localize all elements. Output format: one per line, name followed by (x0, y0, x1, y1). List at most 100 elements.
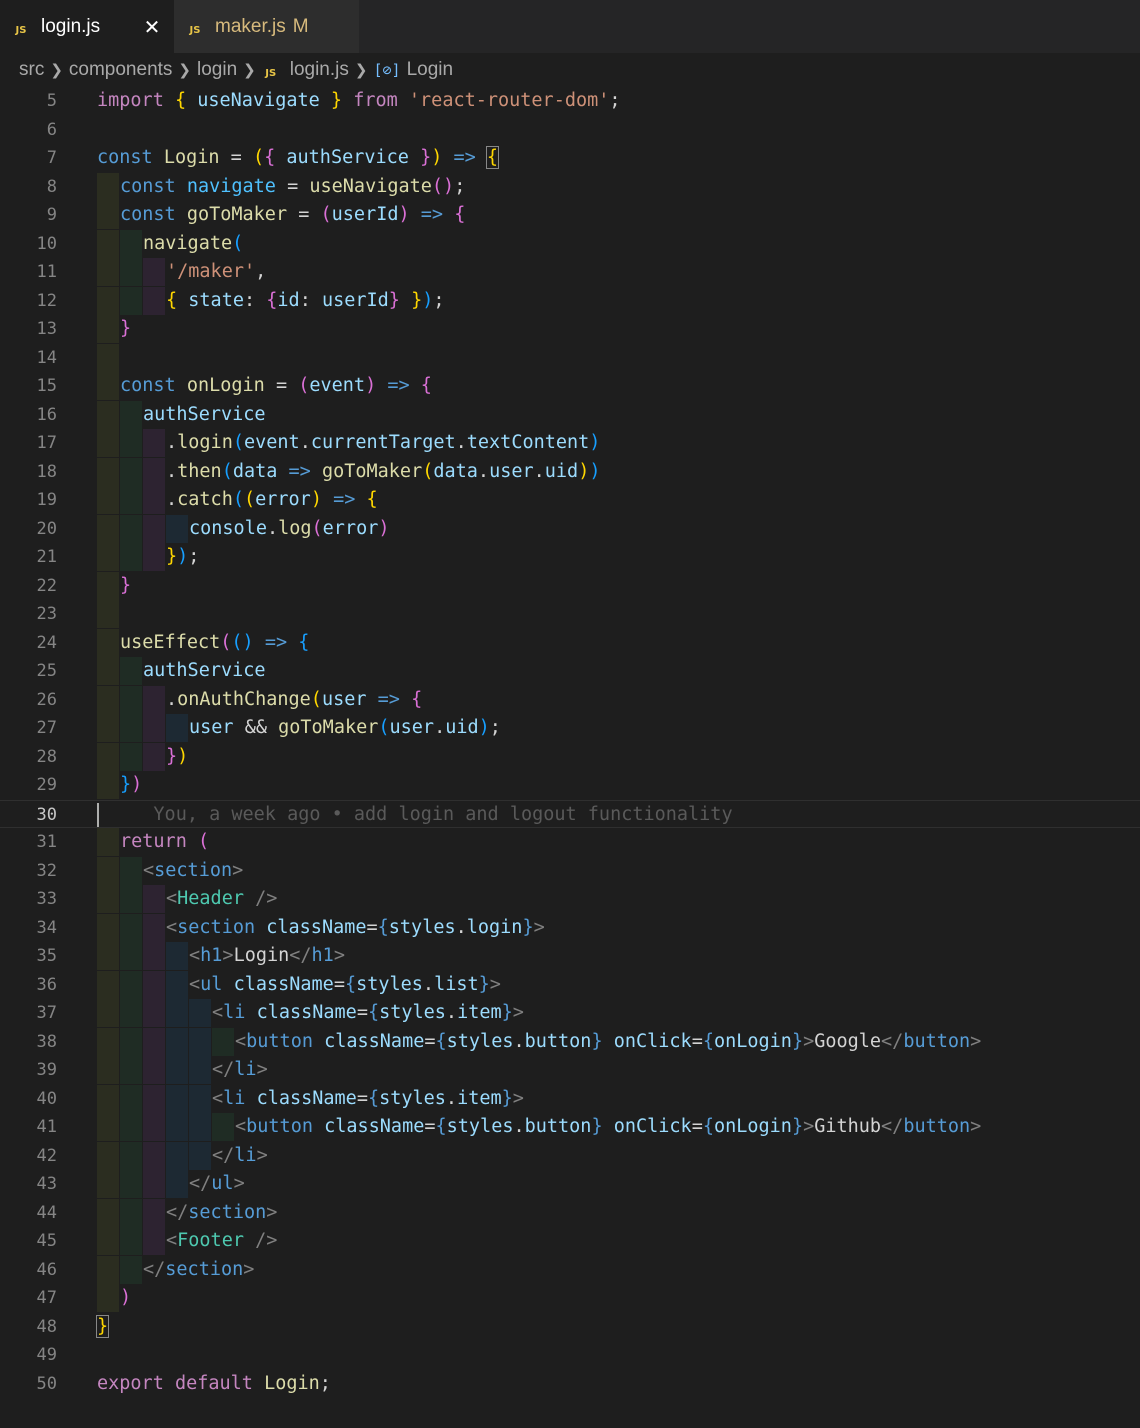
code-line[interactable]: 21}); (0, 543, 1140, 571)
code-line[interactable]: 20 console.log(error) (0, 514, 1140, 543)
indent-guide (189, 1027, 211, 1056)
code-line[interactable]: 7 const Login = ({ authService }) => { (0, 144, 1140, 172)
indent-guide (97, 486, 119, 514)
code-line[interactable]: 46 </section> (0, 1255, 1140, 1284)
indent-guide (212, 1113, 234, 1141)
code-text: '/maker', (166, 261, 267, 282)
javascript-file-icon: JS (15, 24, 27, 36)
indent-guide (120, 1170, 142, 1198)
code-text: </section> (143, 1258, 255, 1280)
indent-guide (97, 685, 119, 714)
indent-guide (120, 400, 142, 429)
code-line[interactable]: 31 return ( (0, 828, 1140, 856)
indent-guide (97, 970, 119, 999)
tab-maker-js[interactable]: JS maker.js M (174, 0, 359, 53)
indent-guide (166, 1056, 188, 1084)
code-line[interactable]: 18 .then(data => goToMaker(data.user.uid)… (0, 457, 1140, 486)
line-number: 33 (36, 889, 57, 909)
code-line[interactable]: 43 </ul> (0, 1170, 1140, 1198)
code-line[interactable]: 45 <Footer /> (0, 1227, 1140, 1255)
code-text: <button className={styles.button} onClic… (235, 1116, 982, 1137)
code-line[interactable]: 10 navigate( (0, 229, 1140, 258)
code-line[interactable]: 29}) (0, 771, 1140, 799)
indent-guide (97, 400, 119, 429)
code-text: const navigate = useNavigate(); (120, 175, 466, 197)
code-line[interactable]: 28}) (0, 742, 1140, 771)
code-line[interactable]: 34 <section className={styles.login}> (0, 913, 1140, 942)
indent-guide (97, 1027, 119, 1056)
code-line[interactable]: 17 .login(event.currentTarget.textContent… (0, 429, 1140, 457)
code-line[interactable]: 19 .catch((error) => { (0, 486, 1140, 514)
indent-guide (97, 372, 119, 400)
code-line[interactable]: 8 const navigate = useNavigate(); (0, 172, 1140, 201)
line-number: 49 (36, 1345, 57, 1365)
indent-guide (97, 1170, 119, 1198)
tab-label: maker.js (215, 15, 286, 37)
tab-login-js[interactable]: JS login.js ✕ (0, 0, 174, 53)
code-editor[interactable]: 5 import { useNavigate } from 'react-rout… (0, 87, 1140, 1428)
indent-guide (120, 1141, 142, 1170)
code-text: <h1>Login</h1> (189, 945, 345, 966)
indent-guide (120, 714, 142, 742)
code-line[interactable]: 50 export default Login; (0, 1370, 1140, 1398)
code-line[interactable]: 24 useEffect(() => { (0, 628, 1140, 657)
breadcrumb-src[interactable]: src (19, 59, 44, 81)
code-line[interactable]: 14 (0, 343, 1140, 372)
code-line[interactable]: 49 (0, 1341, 1140, 1369)
code-line[interactable]: 12 { state: {id: userId} }); (0, 286, 1140, 315)
javascript-file-icon: JS (265, 68, 277, 79)
indent-guide (143, 543, 165, 571)
code-line[interactable]: 23 (0, 600, 1140, 628)
code-line[interactable]: 15 const onLogin = (event) => { (0, 372, 1140, 400)
breadcrumb-components[interactable]: components (69, 59, 173, 81)
code-line[interactable]: 38 <button className={styles.button} onCl… (0, 1027, 1140, 1056)
code-line[interactable]: 44 </section> (0, 1198, 1140, 1227)
chevron-right-icon: ❯ (50, 61, 63, 79)
line-number: 15 (36, 376, 57, 396)
line-number: 34 (36, 917, 57, 938)
code-line[interactable]: 40 <li className={styles.item}> (0, 1084, 1140, 1113)
code-text: } (95, 1314, 110, 1338)
line-number: 40 (36, 1088, 57, 1109)
code-line[interactable]: 22} (0, 571, 1140, 600)
code-line[interactable]: 6 (0, 116, 1140, 144)
code-line[interactable]: 35 <h1>Login</h1> (0, 942, 1140, 970)
code-line[interactable]: 47) (0, 1284, 1140, 1312)
indent-guide (120, 1084, 142, 1113)
breadcrumb-login-folder[interactable]: login (197, 59, 237, 81)
code-line[interactable]: 26 .onAuthChange(user => { (0, 685, 1140, 714)
code-line[interactable]: 13} (0, 315, 1140, 343)
code-line[interactable]: 48} (0, 1313, 1140, 1341)
code-line[interactable]: 11 '/maker', (0, 258, 1140, 286)
code-line[interactable]: 27 user && goToMaker(user.uid); (0, 714, 1140, 742)
code-line[interactable]: 9 const goToMaker = (userId) => { (0, 201, 1140, 229)
code-text: <Header /> (166, 888, 278, 909)
indent-guide (97, 1084, 119, 1113)
code-line[interactable]: 36 <ul className={styles.list}> (0, 970, 1140, 999)
code-line[interactable]: 41 <button className={styles.button} onCl… (0, 1113, 1140, 1141)
code-text: return ( (120, 831, 210, 852)
code-line[interactable]: 32 <section> (0, 856, 1140, 885)
indent-guide (97, 1255, 119, 1284)
indent-guide (189, 1141, 211, 1170)
code-text: const onLogin = (event) => { (120, 375, 432, 396)
code-line[interactable]: 39 </li> (0, 1056, 1140, 1084)
code-line[interactable]: 30 You, a week ago • add login and logou… (0, 799, 1140, 828)
indent-guide (120, 1056, 142, 1084)
indent-guide (97, 1141, 119, 1170)
close-icon[interactable]: ✕ (142, 15, 162, 39)
breadcrumb-file[interactable]: login.js (290, 59, 349, 81)
indent-guide (120, 286, 142, 315)
code-line[interactable]: 16 authService (0, 400, 1140, 429)
code-line[interactable]: 42 </li> (0, 1141, 1140, 1170)
code-line[interactable]: 25 authService (0, 657, 1140, 685)
code-line[interactable]: 37 <li className={styles.item}> (0, 999, 1140, 1027)
code-text: <button className={styles.button} onClic… (235, 1030, 982, 1052)
indent-guide (189, 1084, 211, 1113)
chevron-right-icon: ❯ (243, 61, 256, 79)
breadcrumb-symbol[interactable]: Login (407, 59, 454, 81)
code-line[interactable]: 33 <Header /> (0, 885, 1140, 913)
code-text: .onAuthChange(user => { (166, 688, 423, 710)
code-line[interactable]: 5 import { useNavigate } from 'react-rout… (0, 87, 1140, 115)
indent-guide (120, 913, 142, 942)
